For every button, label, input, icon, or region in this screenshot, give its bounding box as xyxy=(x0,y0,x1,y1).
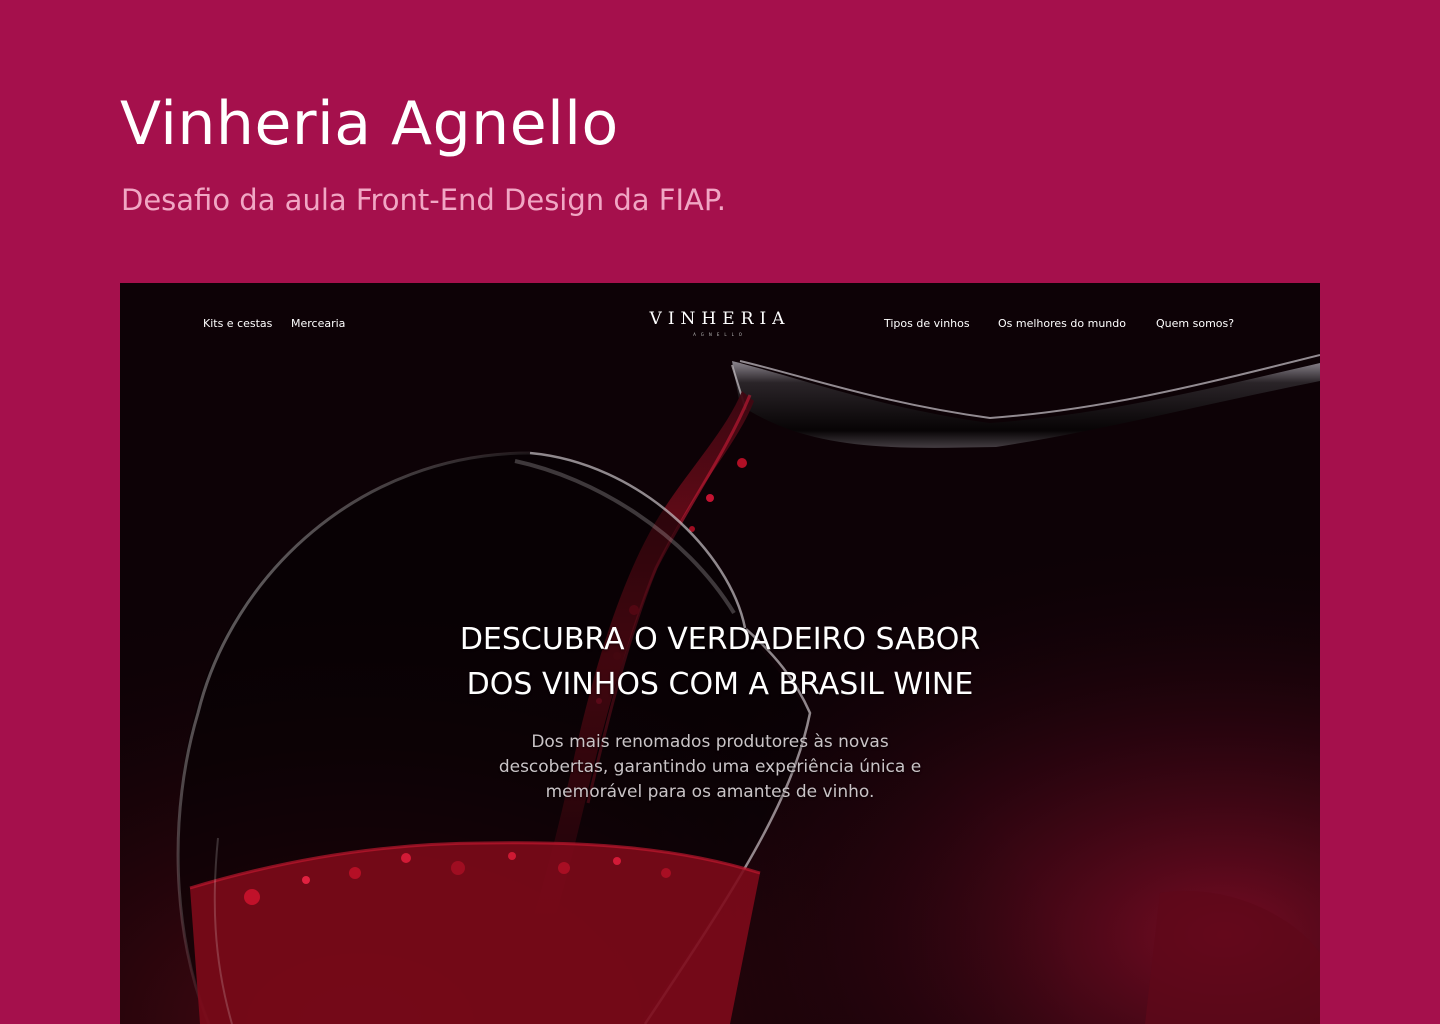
logo-sub-text: AGNELLO xyxy=(693,332,747,337)
vinheria-logo[interactable]: VINHERIA AGNELLO xyxy=(640,307,800,343)
hero-description-line-1: Dos mais renomados produtores às novas xyxy=(531,732,889,752)
hero-description-line-3: memorável para os amantes de vinho. xyxy=(545,782,875,802)
hero-description-line-2: descobertas, garantindo uma experiência … xyxy=(498,757,922,777)
case-study-page: Vinheria Agnello Desafio da aula Front-E… xyxy=(0,0,1440,1024)
nav-link-kits-e-cestas[interactable]: Kits e cestas xyxy=(203,316,272,332)
website-preview: Kits e cestas Mercearia VINHERIA AGNELLO… xyxy=(120,283,1320,1024)
hero-heading-line-1: DESCUBRA O VERDADEIRO SABOR xyxy=(459,622,981,657)
nav-link-mercearia[interactable]: Mercearia xyxy=(291,316,345,332)
site-navigation: Kits e cestas Mercearia VINHERIA AGNELLO… xyxy=(120,283,1320,367)
page-subtitle: Desafio da aula Front-End Design da FIAP… xyxy=(121,183,727,217)
logo-main-text: VINHERIA xyxy=(649,309,791,329)
hero-description: Dos mais renomados produtores às novas d… xyxy=(460,730,960,805)
nav-link-tipos-de-vinhos[interactable]: Tipos de vinhos xyxy=(884,316,970,332)
nav-link-os-melhores-do-mundo[interactable]: Os melhores do mundo xyxy=(998,316,1126,332)
hero-heading: DESCUBRA O VERDADEIRO SABOR DOS VINHOS C… xyxy=(400,617,1040,707)
nav-link-quem-somos[interactable]: Quem somos? xyxy=(1156,316,1234,332)
hero-heading-line-2: DOS VINHOS COM A BRASIL WINE xyxy=(466,667,974,702)
page-title: Vinheria Agnello xyxy=(120,89,619,159)
